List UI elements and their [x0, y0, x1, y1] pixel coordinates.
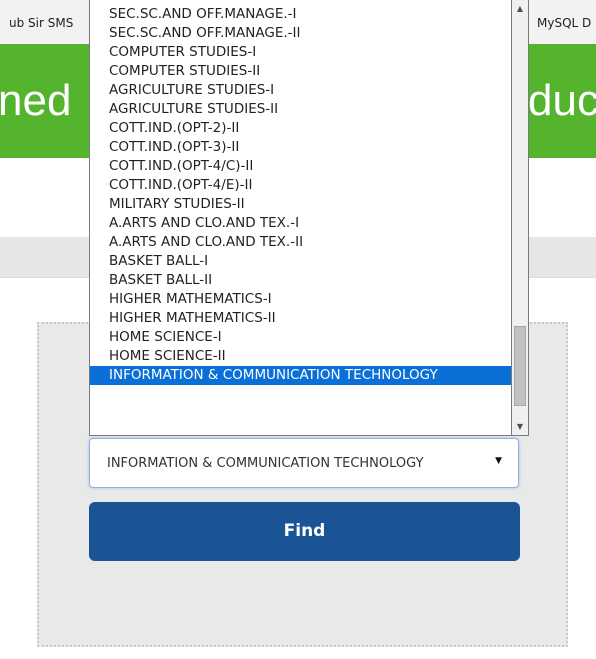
dropdown-option[interactable]: SEC.SC.AND OFF.MANAGE.-II — [90, 24, 511, 43]
dropdown-option[interactable]: COTT.IND.(OPT-3)-II — [90, 138, 511, 157]
dropdown-option[interactable]: COMPUTER STUDIES-II — [90, 62, 511, 81]
dropdown-option[interactable]: BASKET BALL-I — [90, 252, 511, 271]
dropdown-option[interactable]: AGRICULTURE STUDIES-I — [90, 81, 511, 100]
subject-select-value: INFORMATION & COMMUNICATION TECHNOLOGY — [107, 456, 424, 471]
dropdown-option[interactable]: BASKET BALL-II — [90, 271, 511, 290]
header-title-fragment-right: duc — [528, 76, 596, 125]
dropdown-option[interactable]: INFORMATION & COMMUNICATION TECHNOLOGY — [90, 366, 511, 385]
dropdown-option[interactable]: COTT.IND.(OPT-2)-II — [90, 119, 511, 138]
subject-select[interactable]: INFORMATION & COMMUNICATION TECHNOLOGY ▼ — [89, 438, 519, 488]
dropdown-option[interactable]: HOME SCIENCE-II — [90, 347, 511, 366]
dropdown-scrollbar[interactable]: ▲ ▼ — [512, 0, 529, 436]
scroll-down-arrow-icon[interactable]: ▼ — [512, 418, 528, 435]
dropdown-option[interactable]: MILITARY STUDIES-II — [90, 195, 511, 214]
subject-dropdown-list[interactable]: SEC.SC.AND OFF.MANAGE.-I SEC.SC.AND OFF.M… — [89, 0, 512, 436]
dropdown-option[interactable]: A.ARTS AND CLO.AND TEX.-II — [90, 233, 511, 252]
dropdown-option[interactable]: COTT.IND.(OPT-4/E)-II — [90, 176, 511, 195]
find-button[interactable]: Find — [89, 502, 520, 561]
dropdown-option[interactable]: COTT.IND.(OPT-4/C)-II — [90, 157, 511, 176]
dropdown-option[interactable]: AGRICULTURE STUDIES-II — [90, 100, 511, 119]
dropdown-option[interactable]: HIGHER MATHEMATICS-I — [90, 290, 511, 309]
dropdown-option[interactable]: A.ARTS AND CLO.AND TEX.-I — [90, 214, 511, 233]
header-title-fragment-left: ned — [0, 76, 72, 125]
scrollbar-thumb[interactable] — [514, 326, 526, 406]
dropdown-option[interactable]: SEC.SC.AND OFF.MANAGE.-I — [90, 5, 511, 24]
scroll-up-arrow-icon[interactable]: ▲ — [512, 0, 528, 17]
dropdown-option[interactable]: COMPUTER STUDIES-I — [90, 43, 511, 62]
bookmark-sms[interactable]: ub Sir SMS — [9, 16, 73, 30]
page: ub Sir SMS MySQL D ned duc INFORMATION &… — [0, 0, 596, 659]
dropdown-option[interactable]: HOME SCIENCE-I — [90, 328, 511, 347]
chevron-down-icon: ▼ — [495, 456, 502, 466]
bookmark-mysql[interactable]: MySQL D — [537, 16, 591, 30]
dropdown-option[interactable]: HIGHER MATHEMATICS-II — [90, 309, 511, 328]
